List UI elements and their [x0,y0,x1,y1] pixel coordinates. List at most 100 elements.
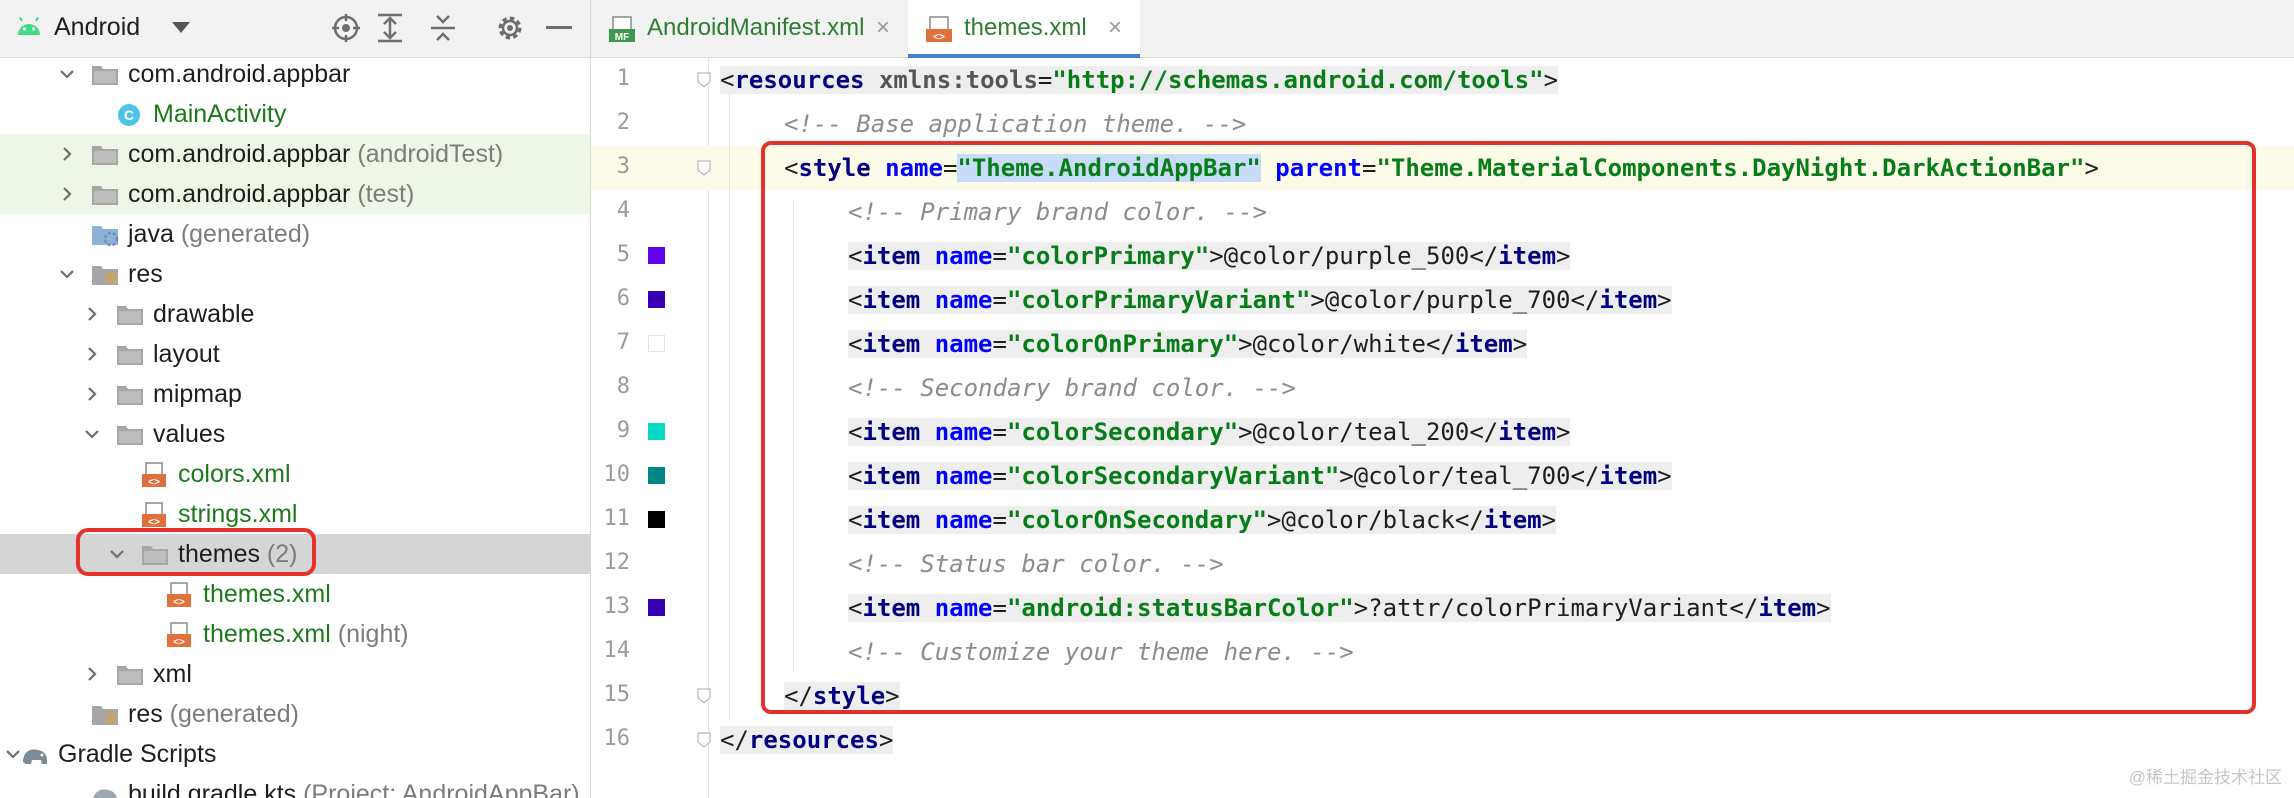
folder-icon [117,386,143,405]
project-panel: Android com.android.appbar C MainActivit… [0,0,591,798]
color-swatch-icon[interactable] [648,291,665,308]
tree-item-colors-xml[interactable]: <> colors.xml [0,454,590,494]
tree-item-label: xml [153,660,192,689]
tree-item-package-android-test[interactable]: com.android.appbar (androidTest) [0,134,590,174]
line-number: 4 [616,198,630,223]
code-line: <resources xmlns:tools="http://schemas.a… [720,60,1559,100]
tree-item-label: values [153,420,225,449]
folder-icon [117,346,143,365]
svg-text:C: C [124,107,134,123]
line-number: 16 [603,726,631,751]
fold-marker-icon[interactable] [697,688,711,704]
color-swatch-icon[interactable] [648,599,665,616]
tree-item-name: xml [153,660,192,688]
line-number: 12 [603,550,631,575]
tree-item-name: themes.xml [203,580,331,608]
color-swatch-icon[interactable] [648,423,665,440]
tree-item-name: drawable [153,300,255,328]
tree-item-name: strings.xml [178,500,298,528]
xml-badge: <> [933,32,945,42]
fold-marker-icon[interactable] [697,72,711,88]
tree-item-package-test[interactable]: com.android.appbar (test) [0,174,590,214]
indent-guide [729,90,730,720]
color-swatch-icon[interactable] [648,247,665,264]
tree-item-res-folder[interactable]: res [0,254,590,294]
tree-item-label: com.android.appbar (test) [128,180,414,209]
tree-item-package-main[interactable]: com.android.appbar [0,54,590,94]
tree-item-label: res (generated) [128,700,299,729]
tree-item-drawable-folder[interactable]: drawable [0,294,590,334]
tree-item-build-gradle-kts[interactable]: build.gradle.kts (Project: AndroidAppBar… [0,774,590,798]
close-icon[interactable]: × [1108,14,1122,42]
chevron-down-icon[interactable] [83,425,101,443]
xml-file-icon: <> [926,16,952,42]
tree-item-name: layout [153,340,220,368]
tree-item-name: themes.xml [203,620,331,648]
chevron-down-icon[interactable] [58,265,76,283]
tree-item-name: colors.xml [178,460,291,488]
tree-item-themes-xml-night[interactable]: <> themes.xml (night) [0,614,590,654]
chevron-right-icon[interactable] [83,665,101,683]
color-swatch-icon[interactable] [648,511,665,528]
tree-item-main-activity[interactable]: C MainActivity [0,94,590,134]
chevron-down-icon[interactable] [172,22,190,33]
tree-item-xml-folder[interactable]: xml [0,654,590,694]
collapse-all-icon[interactable] [429,13,457,43]
tree-item-label: MainActivity [153,100,286,129]
tree-item-gradle-scripts[interactable]: Gradle Scripts [0,734,590,774]
chevron-right-icon[interactable] [83,345,101,363]
tree-item-res-generated[interactable]: res (generated) [0,694,590,734]
chevron-right-icon[interactable] [58,185,76,203]
xml-file-icon: <> [167,582,191,608]
tab-android-manifest[interactable]: MF AndroidManifest.xml × [591,0,906,57]
line-number: 15 [603,682,631,707]
locate-icon[interactable] [331,13,361,43]
gradle-file-icon [93,789,117,798]
tree-item-name: com.android.appbar [128,180,351,208]
chevron-down-icon[interactable] [58,65,76,83]
color-swatch-icon[interactable] [648,467,665,484]
tree-item-suffix: (generated) [173,220,311,248]
tree-item-name: java [128,220,174,248]
tree-item-mipmap-folder[interactable]: mipmap [0,374,590,414]
code-line: <!-- Base application theme. --> [784,104,1246,144]
line-number: 9 [616,418,630,443]
code-line: </resources> [720,720,894,760]
chevron-right-icon[interactable] [83,385,101,403]
fold-marker-icon[interactable] [697,732,711,748]
generated-folder-icon [92,226,119,247]
code-token: "http://schemas.android.com/tools" [1052,66,1544,94]
chevron-right-icon[interactable] [83,305,101,323]
themes-highlight-box [76,528,316,576]
project-view-selector[interactable]: Android [54,13,140,42]
tree-item-label: colors.xml [178,460,291,489]
tab-themes-xml[interactable]: <> themes.xml × [908,0,1140,58]
line-number: 2 [616,110,630,135]
close-icon[interactable]: × [876,14,890,42]
line-number: 7 [616,330,630,355]
tree-item-name: com.android.appbar [128,140,351,168]
code-token: > [878,726,894,754]
tree-item-name: res [128,700,163,728]
tree-item-layout-folder[interactable]: layout [0,334,590,374]
svg-text:<>: <> [148,477,160,488]
chevron-right-icon[interactable] [58,145,76,163]
minimize-icon[interactable] [546,26,572,30]
package-icon [92,66,118,85]
code-token: xmlns:tools [878,66,1038,94]
android-icon [18,17,40,35]
tree-item-label: layout [153,340,220,369]
tree-item-values-folder[interactable]: values [0,414,590,454]
color-swatch-icon[interactable] [648,335,665,352]
tree-item-name: values [153,420,226,448]
fold-marker-icon[interactable] [697,160,711,176]
line-number: 8 [616,374,630,399]
res-folder-icon [92,706,118,725]
gear-icon[interactable] [495,13,525,43]
expand-all-icon[interactable] [376,13,404,43]
package-icon [92,186,118,205]
tree-item-java-generated[interactable]: java (generated) [0,214,590,254]
editor-tab-bar: MF AndroidManifest.xml × <> themes.xml × [591,0,2294,58]
tree-item-name: com.android.appbar [128,60,351,88]
tree-item-themes-xml[interactable]: <> themes.xml [0,574,590,614]
